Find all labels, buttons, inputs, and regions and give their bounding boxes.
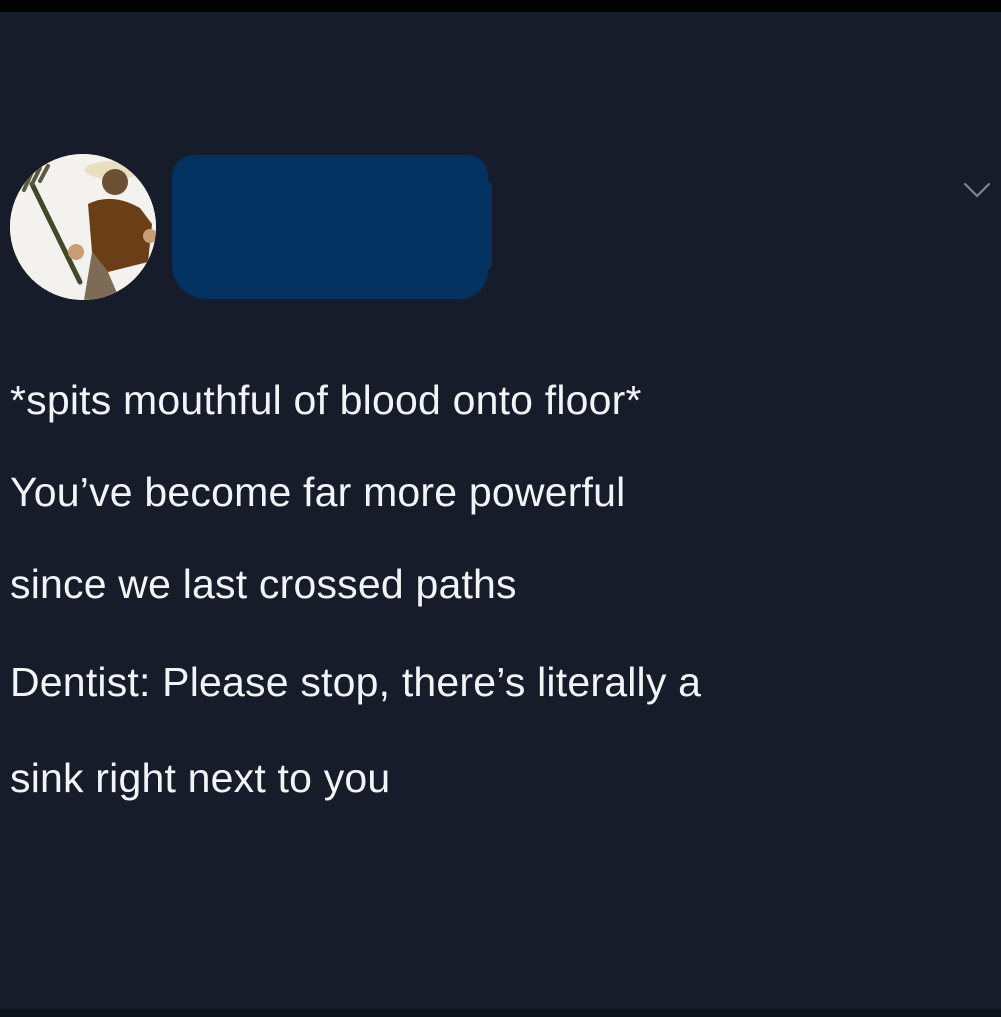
tweet-line: since we last crossed paths [10,561,517,607]
tweet-paragraph: *spits mouthful of blood onto floor* You… [10,354,990,630]
tweet-text: *spits mouthful of blood onto floor* You… [10,354,990,826]
tweet-line: sink right next to you [10,755,391,801]
bottom-border [0,1009,1001,1017]
chevron-down-icon [963,182,991,198]
tweet-line: Dentist: Please stop, there’s literally … [10,659,702,705]
tweet-line: *spits mouthful of blood onto floor* [10,377,642,423]
avatar-image [10,154,156,300]
redacted-username [172,155,492,299]
tweet-line: You’ve become far more powerful [10,469,626,515]
top-border [0,0,1001,12]
user-avatar[interactable] [10,154,156,300]
tweet-paragraph: Dentist: Please stop, there’s literally … [10,634,990,826]
tweet-menu-button[interactable] [962,181,992,199]
